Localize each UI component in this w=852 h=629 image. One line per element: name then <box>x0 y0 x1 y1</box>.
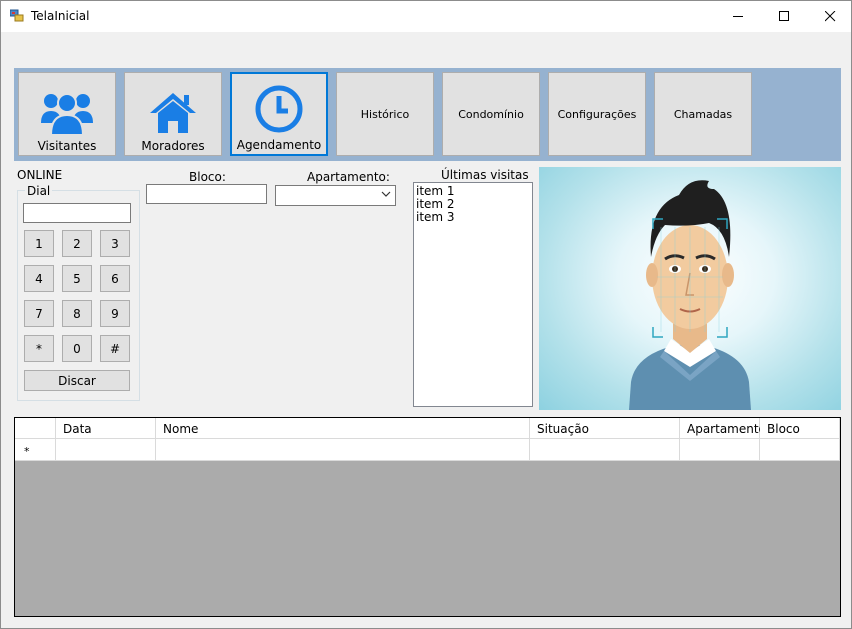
maximize-button[interactable] <box>761 1 807 32</box>
key-star[interactable]: * <box>24 335 54 362</box>
column-bloco[interactable]: Bloco <box>760 418 840 439</box>
key-1[interactable]: 1 <box>24 230 54 257</box>
window-title: TelaInicial <box>31 9 90 23</box>
minimize-icon <box>732 16 743 17</box>
new-row-marker: * <box>15 439 56 461</box>
chamadas-button[interactable]: Chamadas <box>654 72 752 156</box>
visits-label: Últimas visitas <box>441 168 529 182</box>
cell-apartamento[interactable] <box>680 439 760 461</box>
key-6[interactable]: 6 <box>100 265 130 292</box>
dial-input[interactable] <box>23 203 131 223</box>
close-icon <box>824 11 835 22</box>
chamadas-label: Chamadas <box>673 107 733 121</box>
app-icon <box>9 9 24 23</box>
moradores-button[interactable]: Moradores <box>124 72 222 156</box>
table-row[interactable]: * <box>15 439 840 461</box>
list-item[interactable]: item 3 <box>416 211 530 224</box>
chevron-down-icon <box>381 189 391 202</box>
cell-data[interactable] <box>56 439 156 461</box>
dial-group-label: Dial <box>25 184 53 198</box>
historico-label: Histórico <box>360 107 410 121</box>
visitantes-button[interactable]: Visitantes <box>18 72 116 156</box>
agendamento-label: Agendamento <box>236 138 322 152</box>
maximize-icon <box>778 11 789 21</box>
grid-header: Data Nome Situação Apartamento Bloco <box>15 418 840 439</box>
key-5[interactable]: 5 <box>62 265 92 292</box>
visitantes-label: Visitantes <box>37 139 97 153</box>
minimize-button[interactable] <box>715 1 761 32</box>
column-situacao[interactable]: Situação <box>530 418 680 439</box>
key-2[interactable]: 2 <box>62 230 92 257</box>
toolbar: Visitantes Moradores Agendamento Históri… <box>14 68 841 161</box>
historico-button[interactable]: Histórico <box>336 72 434 156</box>
close-button[interactable] <box>807 1 852 32</box>
key-0[interactable]: 0 <box>62 335 92 362</box>
cell-bloco[interactable] <box>760 439 840 461</box>
main-window: TelaInicial Visitantes Moradores Agendam… <box>0 0 852 629</box>
cell-situacao[interactable] <box>530 439 680 461</box>
moradores-label: Moradores <box>141 139 205 153</box>
column-data[interactable]: Data <box>56 418 156 439</box>
users-icon <box>41 93 93 135</box>
configuracoes-label: Configurações <box>557 107 637 121</box>
title-bar: TelaInicial <box>1 1 851 32</box>
discar-button[interactable]: Discar <box>24 370 130 391</box>
visits-grid[interactable]: Data Nome Situação Apartamento Bloco * <box>14 417 841 617</box>
key-9[interactable]: 9 <box>100 300 130 327</box>
cell-nome[interactable] <box>156 439 530 461</box>
key-hash[interactable]: # <box>100 335 130 362</box>
key-3[interactable]: 3 <box>100 230 130 257</box>
condominio-button[interactable]: Condomínio <box>442 72 540 156</box>
online-status: ONLINE <box>17 168 63 182</box>
grid-row-header-corner <box>15 418 56 439</box>
apartamento-label: Apartamento: <box>307 170 390 184</box>
apartamento-select[interactable] <box>275 185 396 206</box>
key-7[interactable]: 7 <box>24 300 54 327</box>
face-recognition-image <box>539 167 841 410</box>
home-icon <box>150 93 196 133</box>
bloco-input[interactable] <box>146 184 267 204</box>
configuracoes-button[interactable]: Configurações <box>548 72 646 156</box>
clock-icon <box>255 85 303 133</box>
agendamento-button[interactable]: Agendamento <box>230 72 328 156</box>
bloco-label: Bloco: <box>189 170 226 184</box>
key-4[interactable]: 4 <box>24 265 54 292</box>
key-8[interactable]: 8 <box>62 300 92 327</box>
visits-listbox[interactable]: item 1 item 2 item 3 <box>413 182 533 407</box>
condominio-label: Condomínio <box>458 107 524 121</box>
column-apartamento[interactable]: Apartamento <box>680 418 766 439</box>
column-nome[interactable]: Nome <box>156 418 530 439</box>
